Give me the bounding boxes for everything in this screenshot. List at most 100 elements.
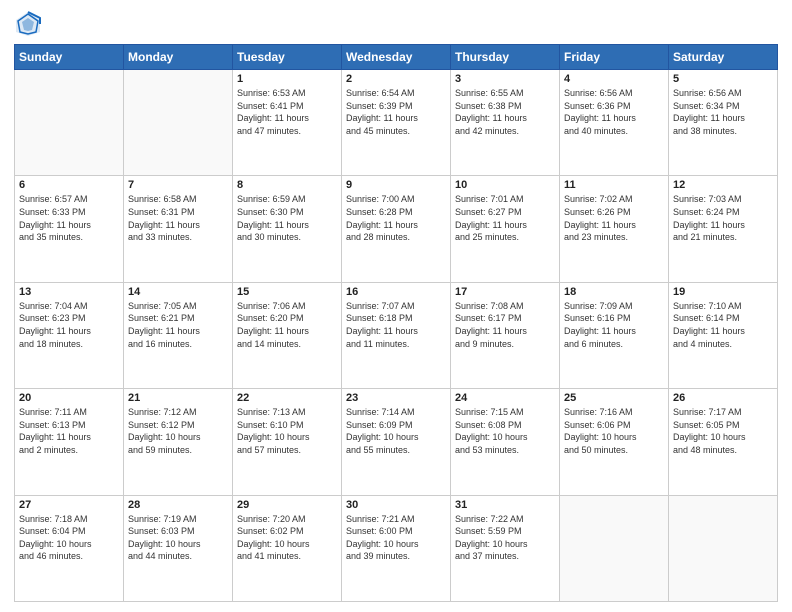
day-number: 9 [346,179,446,191]
calendar-cell: 9Sunrise: 7:00 AM Sunset: 6:28 PM Daylig… [342,176,451,282]
calendar-cell: 5 Sunrise: 6:56 AM Sunset: 6:34 PM Daylig… [669,70,778,176]
day-info: Sunrise: 7:10 AM Sunset: 6:14 PM Dayligh… [673,300,773,350]
day-info: Sunrise: 6:55 AM Sunset: 6:38 PM Dayligh… [455,87,555,137]
day-number: 22 [237,392,337,404]
day-info: Sunrise: 7:01 AM Sunset: 6:27 PM Dayligh… [455,193,555,243]
calendar-cell: 28 Sunrise: 7:19 AM Sunset: 6:03 PM Dayli… [124,495,233,601]
day-number: 4 [564,73,664,85]
day-info: Sunrise: 6:56 AM Sunset: 6:34 PM Dayligh… [673,87,773,137]
calendar-cell: 21 Sunrise: 7:12 AM Sunset: 6:12 PM Dayli… [124,389,233,495]
day-number: 17 [455,286,555,298]
calendar-cell [560,495,669,601]
day-info: Sunrise: 6:54 AM Sunset: 6:39 PM Dayligh… [346,87,446,137]
calendar-cell: 16 Sunrise: 7:07 AM Sunset: 6:18 PM Dayli… [342,282,451,388]
calendar-cell: 25Sunrise: 7:16 AM Sunset: 6:06 PM Dayli… [560,389,669,495]
day-number: 27 [19,499,119,511]
calendar-cell: 6Sunrise: 6:57 AM Sunset: 6:33 PM Daylig… [15,176,124,282]
day-number: 21 [128,392,228,404]
calendar-cell: 24 Sunrise: 7:15 AM Sunset: 6:08 PM Dayli… [451,389,560,495]
day-info: Sunrise: 7:07 AM Sunset: 6:18 PM Dayligh… [346,300,446,350]
header [14,10,778,38]
calendar-cell: 15Sunrise: 7:06 AM Sunset: 6:20 PM Dayli… [233,282,342,388]
calendar-cell: 20 Sunrise: 7:11 AM Sunset: 6:13 PM Dayli… [15,389,124,495]
calendar-cell: 8 Sunrise: 6:59 AM Sunset: 6:30 PM Daylig… [233,176,342,282]
day-info: Sunrise: 7:22 AM Sunset: 5:59 PM Dayligh… [455,513,555,563]
day-number: 26 [673,392,773,404]
calendar-cell: 29 Sunrise: 7:20 AM Sunset: 6:02 PM Dayli… [233,495,342,601]
calendar-cell: 3 Sunrise: 6:55 AM Sunset: 6:38 PM Daylig… [451,70,560,176]
calendar-table: SundayMondayTuesdayWednesdayThursdayFrid… [14,44,778,602]
calendar-cell: 4Sunrise: 6:56 AM Sunset: 6:36 PM Daylig… [560,70,669,176]
calendar-cell: 13 Sunrise: 7:04 AM Sunset: 6:23 PM Dayli… [15,282,124,388]
day-info: Sunrise: 7:13 AM Sunset: 6:10 PM Dayligh… [237,406,337,456]
day-info: Sunrise: 6:58 AM Sunset: 6:31 PM Dayligh… [128,193,228,243]
day-of-week-header: Tuesday [233,45,342,70]
day-number: 14 [128,286,228,298]
day-info: Sunrise: 7:09 AM Sunset: 6:16 PM Dayligh… [564,300,664,350]
calendar-header: SundayMondayTuesdayWednesdayThursdayFrid… [15,45,778,70]
calendar-cell [669,495,778,601]
calendar-cell: 7 Sunrise: 6:58 AM Sunset: 6:31 PM Daylig… [124,176,233,282]
day-info: Sunrise: 6:59 AM Sunset: 6:30 PM Dayligh… [237,193,337,243]
day-info: Sunrise: 7:03 AM Sunset: 6:24 PM Dayligh… [673,193,773,243]
day-info: Sunrise: 7:08 AM Sunset: 6:17 PM Dayligh… [455,300,555,350]
day-of-week-header: Thursday [451,45,560,70]
day-info: Sunrise: 7:02 AM Sunset: 6:26 PM Dayligh… [564,193,664,243]
day-info: Sunrise: 7:14 AM Sunset: 6:09 PM Dayligh… [346,406,446,456]
day-info: Sunrise: 6:57 AM Sunset: 6:33 PM Dayligh… [19,193,119,243]
week-row: 20 Sunrise: 7:11 AM Sunset: 6:13 PM Dayli… [15,389,778,495]
day-number: 1 [237,73,337,85]
day-info: Sunrise: 7:19 AM Sunset: 6:03 PM Dayligh… [128,513,228,563]
calendar-cell: 30 Sunrise: 7:21 AM Sunset: 6:00 PM Dayli… [342,495,451,601]
day-number: 16 [346,286,446,298]
day-info: Sunrise: 7:21 AM Sunset: 6:00 PM Dayligh… [346,513,446,563]
calendar-body: 1Sunrise: 6:53 AM Sunset: 6:41 PM Daylig… [15,70,778,602]
calendar-cell: 31 Sunrise: 7:22 AM Sunset: 5:59 PM Dayli… [451,495,560,601]
day-number: 30 [346,499,446,511]
logo-icon [14,10,42,38]
day-number: 24 [455,392,555,404]
day-number: 23 [346,392,446,404]
day-of-week-header: Monday [124,45,233,70]
calendar-cell: 17 Sunrise: 7:08 AM Sunset: 6:17 PM Dayli… [451,282,560,388]
day-number: 7 [128,179,228,191]
week-row: 13 Sunrise: 7:04 AM Sunset: 6:23 PM Dayli… [15,282,778,388]
day-number: 19 [673,286,773,298]
day-number: 13 [19,286,119,298]
day-number: 28 [128,499,228,511]
day-number: 11 [564,179,664,191]
day-info: Sunrise: 7:18 AM Sunset: 6:04 PM Dayligh… [19,513,119,563]
week-row: 27 Sunrise: 7:18 AM Sunset: 6:04 PM Dayli… [15,495,778,601]
calendar-cell: 11 Sunrise: 7:02 AM Sunset: 6:26 PM Dayli… [560,176,669,282]
week-row: 6Sunrise: 6:57 AM Sunset: 6:33 PM Daylig… [15,176,778,282]
calendar-cell: 22 Sunrise: 7:13 AM Sunset: 6:10 PM Dayli… [233,389,342,495]
logo [14,10,46,38]
day-info: Sunrise: 7:12 AM Sunset: 6:12 PM Dayligh… [128,406,228,456]
day-info: Sunrise: 7:06 AM Sunset: 6:20 PM Dayligh… [237,300,337,350]
day-info: Sunrise: 7:05 AM Sunset: 6:21 PM Dayligh… [128,300,228,350]
calendar-cell: 12Sunrise: 7:03 AM Sunset: 6:24 PM Dayli… [669,176,778,282]
day-info: Sunrise: 7:04 AM Sunset: 6:23 PM Dayligh… [19,300,119,350]
day-number: 3 [455,73,555,85]
day-info: Sunrise: 7:20 AM Sunset: 6:02 PM Dayligh… [237,513,337,563]
day-number: 5 [673,73,773,85]
calendar-cell: 18Sunrise: 7:09 AM Sunset: 6:16 PM Dayli… [560,282,669,388]
day-info: Sunrise: 7:11 AM Sunset: 6:13 PM Dayligh… [19,406,119,456]
day-info: Sunrise: 7:15 AM Sunset: 6:08 PM Dayligh… [455,406,555,456]
day-info: Sunrise: 7:17 AM Sunset: 6:05 PM Dayligh… [673,406,773,456]
calendar-cell: 23 Sunrise: 7:14 AM Sunset: 6:09 PM Dayli… [342,389,451,495]
day-of-week-header: Friday [560,45,669,70]
calendar-cell: 14 Sunrise: 7:05 AM Sunset: 6:21 PM Dayli… [124,282,233,388]
day-number: 2 [346,73,446,85]
day-of-week-header: Wednesday [342,45,451,70]
day-number: 8 [237,179,337,191]
calendar-cell: 2 Sunrise: 6:54 AM Sunset: 6:39 PM Daylig… [342,70,451,176]
calendar-cell: 27 Sunrise: 7:18 AM Sunset: 6:04 PM Dayli… [15,495,124,601]
day-number: 29 [237,499,337,511]
day-number: 25 [564,392,664,404]
day-number: 20 [19,392,119,404]
day-number: 31 [455,499,555,511]
calendar-cell: 1Sunrise: 6:53 AM Sunset: 6:41 PM Daylig… [233,70,342,176]
calendar-cell: 26 Sunrise: 7:17 AM Sunset: 6:05 PM Dayli… [669,389,778,495]
week-row: 1Sunrise: 6:53 AM Sunset: 6:41 PM Daylig… [15,70,778,176]
